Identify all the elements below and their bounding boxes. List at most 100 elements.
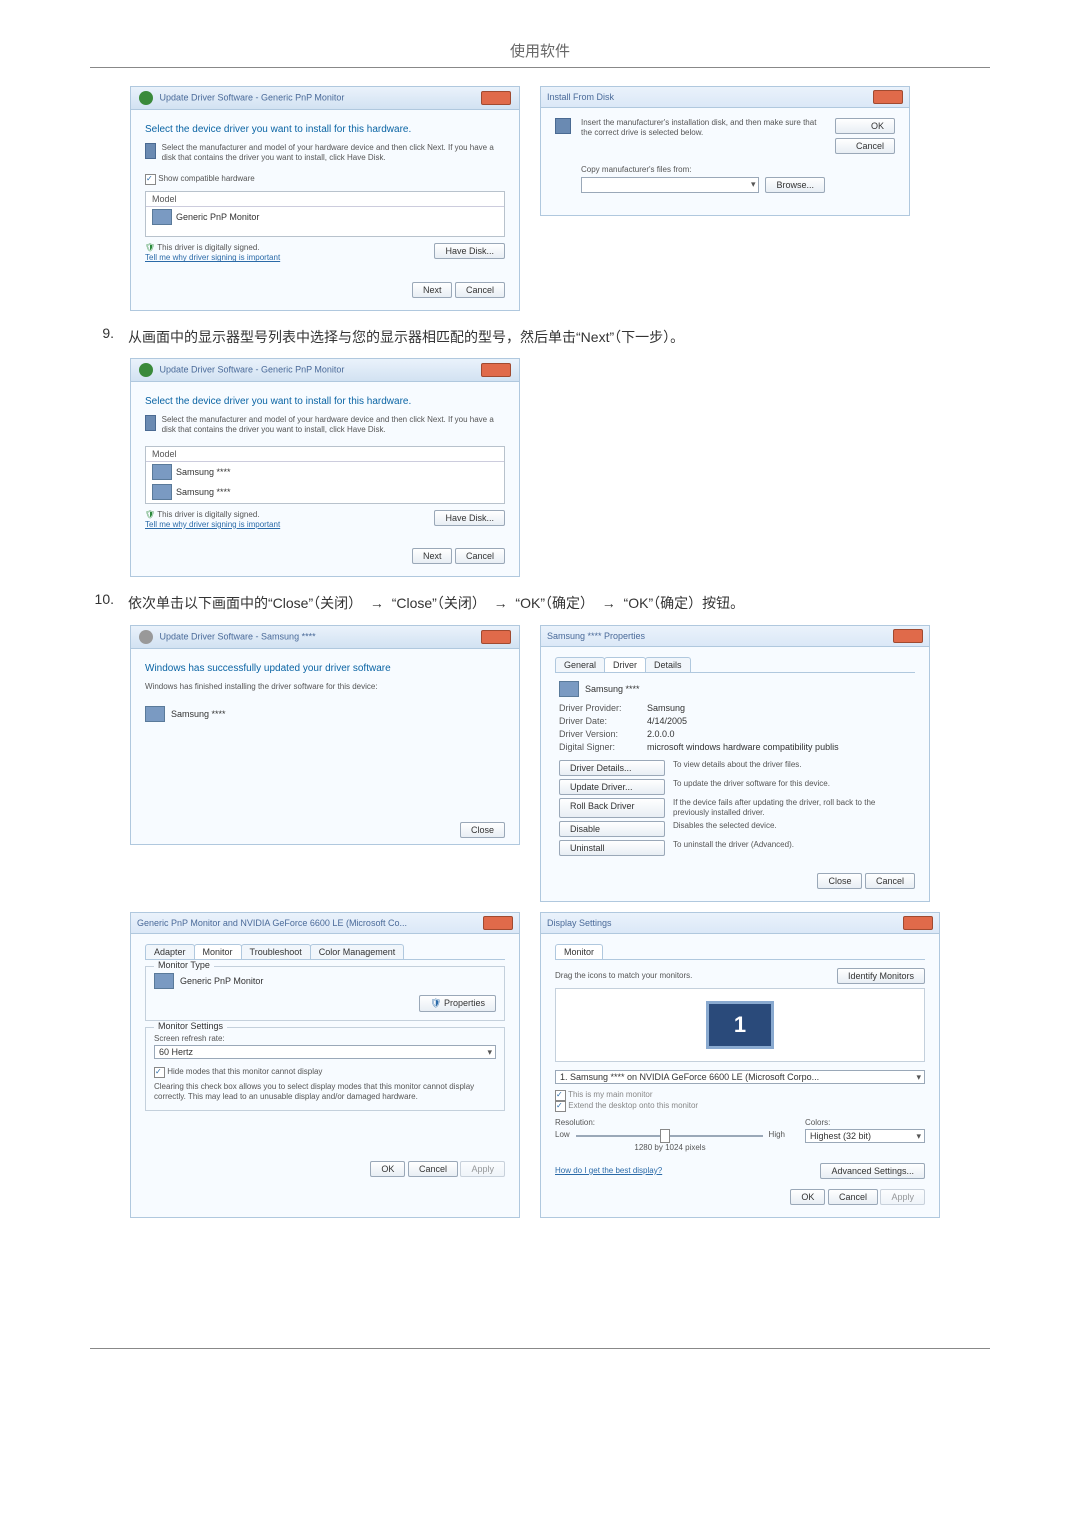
tab-monitor[interactable]: Monitor <box>194 944 242 959</box>
copy-from-dropdown[interactable] <box>581 177 759 193</box>
signed-label: This driver is digitally signed. <box>157 510 259 519</box>
main-monitor-checkbox <box>555 1090 566 1101</box>
resolution-slider[interactable] <box>576 1135 763 1137</box>
cancel-button[interactable]: Cancel <box>835 138 895 154</box>
date-value: 4/14/2005 <box>647 716 687 726</box>
step-10: 10. 依次单击以下画面中的“Close”（关闭） → “Close”（关闭） … <box>90 591 990 616</box>
back-icon[interactable] <box>139 363 153 377</box>
prop-title: Samsung **** Properties <box>547 631 645 641</box>
cancel-button[interactable]: Cancel <box>828 1189 878 1205</box>
tab-troubleshoot[interactable]: Troubleshoot <box>241 944 311 959</box>
refresh-dropdown[interactable]: 60 Hertz <box>154 1045 496 1059</box>
show-compat-checkbox[interactable] <box>145 174 156 185</box>
monitor-preview-1[interactable]: 1 <box>706 1001 774 1049</box>
back-icon[interactable] <box>139 91 153 105</box>
dialog-display-settings: Display Settings Monitor Drag the icons … <box>540 912 940 1218</box>
ok-button[interactable]: OK <box>835 118 895 134</box>
signed-label: This driver is digitally signed. <box>157 243 259 252</box>
colors-dropdown[interactable]: Highest (32 bit) <box>805 1129 925 1143</box>
resolution-label: Resolution: <box>555 1118 785 1128</box>
close-icon[interactable] <box>481 363 511 377</box>
cancel-button[interactable]: Cancel <box>408 1161 458 1177</box>
extend-desktop-label: Extend the desktop onto this monitor <box>568 1101 698 1110</box>
next-button[interactable]: Next <box>412 548 453 564</box>
extend-desktop-checkbox <box>555 1101 566 1112</box>
dialog2-instr: Select the manufacturer and model of you… <box>162 415 505 436</box>
browse-button[interactable]: Browse... <box>765 177 825 193</box>
update-driver-button[interactable]: Update Driver... <box>559 779 665 795</box>
install-title: Install From Disk <box>547 92 614 102</box>
success-sub: Windows has finished installing the driv… <box>145 682 505 692</box>
ok-button[interactable]: OK <box>370 1161 405 1177</box>
monitor-select-dropdown[interactable]: 1. Samsung **** on NVIDIA GeForce 6600 L… <box>555 1070 925 1084</box>
dialog1-instr: Select the manufacturer and model of you… <box>162 143 505 164</box>
model-item-samsung-1[interactable]: Samsung **** <box>146 462 504 482</box>
close-icon[interactable] <box>893 629 923 643</box>
tab-monitor[interactable]: Monitor <box>555 944 603 959</box>
tab-color-management[interactable]: Color Management <box>310 944 405 959</box>
success-heading: Windows has successfully updated your dr… <box>145 663 505 674</box>
have-disk-button[interactable]: Have Disk... <box>434 243 505 259</box>
uninstall-button[interactable]: Uninstall <box>559 840 665 856</box>
next-button[interactable]: Next <box>412 282 453 298</box>
uninstall-text: To uninstall the driver (Advanced). <box>673 840 911 856</box>
close-icon[interactable] <box>903 916 933 930</box>
tab-driver[interactable]: Driver <box>604 657 646 672</box>
dialog2-nav: Update Driver Software - Generic PnP Mon… <box>160 364 345 374</box>
update-driver-text: To update the driver software for this d… <box>673 779 911 795</box>
version-label: Driver Version: <box>559 729 639 739</box>
apply-button[interactable]: Apply <box>880 1189 925 1205</box>
signing-link[interactable]: Tell me why driver signing is important <box>145 520 280 529</box>
disk-icon <box>145 143 156 159</box>
rollback-button[interactable]: Roll Back Driver <box>559 798 665 819</box>
display-settings-title: Display Settings <box>547 918 612 928</box>
properties-button[interactable]: 🛡 Properties <box>419 995 496 1012</box>
refresh-label: Screen refresh rate: <box>154 1034 496 1044</box>
hide-modes-checkbox[interactable] <box>154 1067 165 1078</box>
step-9: 9. 从画面中的显示器型号列表中选择与您的显示器相匹配的型号，然后单击“Next… <box>90 325 990 350</box>
model-item-generic[interactable]: Generic PnP Monitor <box>146 207 504 227</box>
advanced-settings-button[interactable]: Advanced Settings... <box>820 1163 925 1179</box>
provider-value: Samsung <box>647 703 685 713</box>
driver-details-button[interactable]: Driver Details... <box>559 760 665 776</box>
tab-adapter[interactable]: Adapter <box>145 944 195 959</box>
cancel-button[interactable]: Cancel <box>455 548 505 564</box>
monitor-icon <box>154 973 174 989</box>
page-header: 使用软件 <box>90 40 990 68</box>
close-icon[interactable] <box>873 90 903 104</box>
apply-button[interactable]: Apply <box>460 1161 505 1177</box>
step-10-number: 10. <box>90 591 114 616</box>
dialog-monitor-properties: Generic PnP Monitor and NVIDIA GeForce 6… <box>130 912 520 1218</box>
tab-general[interactable]: General <box>555 657 605 672</box>
install-instr: Insert the manufacturer's installation d… <box>581 118 825 139</box>
model-item-samsung-2[interactable]: Samsung **** <box>146 482 504 502</box>
version-value: 2.0.0.0 <box>647 729 675 739</box>
close-icon[interactable] <box>483 916 513 930</box>
cancel-button[interactable]: Cancel <box>865 873 915 889</box>
floppy-icon <box>555 118 571 134</box>
disable-text: Disables the selected device. <box>673 821 911 837</box>
hide-modes-text: Clearing this check box allows you to se… <box>154 1082 496 1103</box>
disable-button[interactable]: Disable <box>559 821 665 837</box>
res-high-label: High <box>769 1130 785 1140</box>
close-icon[interactable] <box>481 91 511 105</box>
have-disk-button[interactable]: Have Disk... <box>434 510 505 526</box>
identify-button[interactable]: Identify Monitors <box>837 968 925 984</box>
best-display-link[interactable]: How do I get the best display? <box>555 1166 662 1176</box>
dialog3-nav: Update Driver Software - Samsung **** <box>160 631 316 641</box>
close-button[interactable]: Close <box>817 873 862 889</box>
signer-label: Digital Signer: <box>559 742 639 752</box>
tab-details[interactable]: Details <box>645 657 691 672</box>
ok-button[interactable]: OK <box>790 1189 825 1205</box>
rollback-text: If the device fails after updating the d… <box>673 798 911 819</box>
model-header: Model <box>146 192 504 207</box>
close-button[interactable]: Close <box>460 822 505 838</box>
close-icon[interactable] <box>481 630 511 644</box>
monitor-icon <box>559 681 579 697</box>
monitor-icon <box>145 706 165 722</box>
cancel-button[interactable]: Cancel <box>455 282 505 298</box>
dialog-install-from-disk: Install From Disk Insert the manufacture… <box>540 86 910 216</box>
signing-link[interactable]: Tell me why driver signing is important <box>145 253 280 262</box>
res-low-label: Low <box>555 1130 570 1140</box>
adapter-title: Generic PnP Monitor and NVIDIA GeForce 6… <box>137 918 407 928</box>
